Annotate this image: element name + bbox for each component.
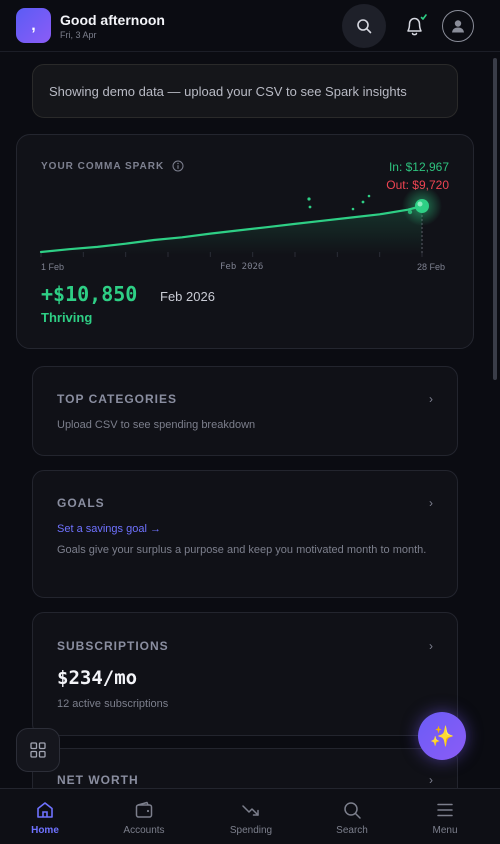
nav-home-label: Home	[31, 825, 59, 836]
app-logo[interactable]: ,	[16, 8, 51, 43]
user-icon	[452, 20, 464, 33]
net-value: +$10,850	[41, 282, 138, 306]
nav-home[interactable]: Home	[20, 789, 70, 844]
spark-status: Thriving	[41, 310, 93, 325]
ai-assistant-button[interactable]: ✨	[418, 712, 466, 760]
tick-start: 1 Feb	[41, 262, 65, 272]
trend-down-icon	[242, 805, 259, 816]
top-categories-card[interactable]: TOP CATEGORIES › Upload CSV to see spend…	[32, 366, 458, 456]
current-date: Fri, 3 Apr	[60, 30, 97, 40]
nav-search-label: Search	[336, 825, 368, 836]
chevron-right-icon: ›	[429, 392, 433, 406]
demo-data-banner[interactable]: Showing demo data — upload your CSV to s…	[32, 64, 458, 118]
demo-banner-text: Showing demo data — upload your CSV to s…	[49, 83, 407, 99]
nav-search[interactable]: Search	[327, 789, 377, 844]
profile-button[interactable]	[442, 10, 474, 42]
spark-sparkle	[351, 207, 355, 211]
spark-end-point	[415, 199, 429, 213]
widgets-button[interactable]	[16, 728, 60, 772]
subscriptions-count: 12 active subscriptions	[57, 698, 169, 710]
nav-accounts-label: Accounts	[123, 825, 165, 836]
chevron-right-icon: ›	[429, 639, 433, 653]
tick-end: 28 Feb	[417, 262, 446, 272]
bottom-nav: Home Accounts Spending Search Menu	[0, 788, 500, 844]
subscriptions-card[interactable]: SUBSCRIPTIONS › $234/mo 12 active subscr…	[32, 612, 458, 736]
grid-icon	[30, 742, 46, 758]
search-button[interactable]	[342, 4, 386, 48]
spark-sparkle	[361, 200, 365, 204]
spark-sparkle	[307, 197, 311, 201]
goals-title: GOALS	[57, 496, 105, 510]
wallet-icon	[135, 801, 153, 818]
top-categories-text: Upload CSV to see spending breakdown	[57, 419, 256, 431]
notifications-button[interactable]	[400, 8, 432, 44]
search-icon	[357, 19, 372, 34]
search-icon	[344, 802, 361, 819]
chevron-right-icon: ›	[429, 496, 433, 510]
subscriptions-amount: $234/mo	[57, 667, 138, 689]
goals-text: Goals give your surplus a purpose and ke…	[57, 544, 427, 556]
subscriptions-title: SUBSCRIPTIONS	[57, 639, 169, 653]
menu-icon	[437, 803, 453, 817]
sparkles-icon: ✨	[429, 725, 455, 748]
scrollbar[interactable]	[493, 58, 497, 380]
logo-glyph: ,	[31, 16, 36, 34]
set-savings-goal-link[interactable]: Set a savings goal →	[57, 523, 161, 535]
spark-end-highlight	[417, 201, 423, 207]
home-icon	[37, 802, 53, 818]
spark-card[interactable]: YOUR COMMA SPARK In: $12,967 Out: $9,720	[16, 134, 474, 349]
spark-sparkle	[308, 205, 312, 209]
net-worth-title: NET WORTH	[57, 773, 139, 787]
net-month: Feb 2026	[160, 289, 215, 304]
greeting: Good afternoon	[60, 12, 165, 28]
nav-menu[interactable]: Menu	[420, 789, 470, 844]
nav-spending[interactable]: Spending	[221, 789, 281, 844]
tick-mid: Feb 2026	[220, 262, 264, 272]
chevron-right-icon: ›	[429, 773, 433, 787]
nav-menu-label: Menu	[432, 825, 458, 836]
spark-chart	[39, 186, 442, 257]
nav-spending-label: Spending	[229, 825, 273, 836]
spark-sparkle	[367, 194, 371, 198]
app-header: , Good afternoon Fri, 3 Apr	[0, 0, 500, 52]
bell-icon	[407, 14, 427, 36]
top-categories-title: TOP CATEGORIES	[57, 392, 178, 406]
nav-accounts[interactable]: Accounts	[114, 789, 174, 844]
goals-card[interactable]: GOALS › Set a savings goal → Goals give …	[32, 470, 458, 598]
